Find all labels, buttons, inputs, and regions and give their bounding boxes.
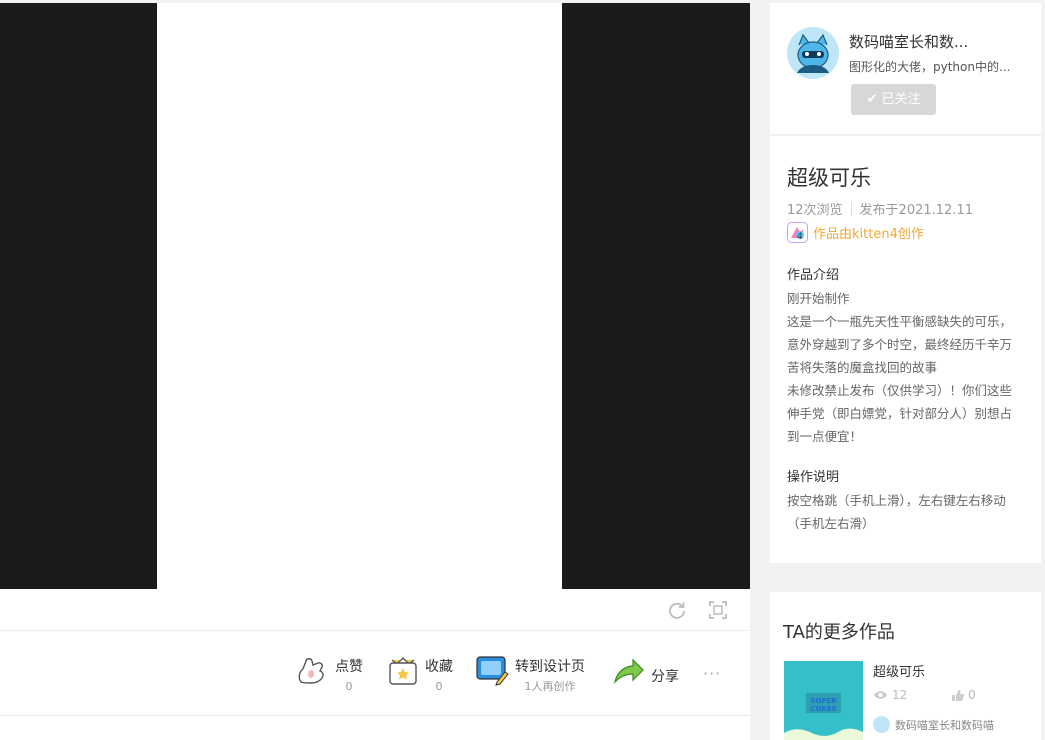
like-count: 0: [345, 680, 353, 693]
collect-label: 收藏: [425, 659, 453, 675]
operations-line: （手机左右滑）: [787, 516, 875, 531]
operations-heading: 操作说明: [787, 470, 840, 485]
mini-avatar: [873, 716, 890, 733]
design-page-icon: [475, 652, 511, 688]
game-canvas[interactable]: [157, 3, 562, 589]
collect-count: 0: [435, 680, 443, 693]
paw-like-icon: [295, 652, 331, 688]
more-work-author-name: 数码喵室长和数码喵: [895, 718, 994, 732]
creator-tag[interactable]: 4 作品由kitten4创作: [787, 222, 924, 243]
more-work-author[interactable]: 数码喵室长和数码喵: [873, 716, 994, 733]
share-button[interactable]: 分享: [611, 652, 679, 696]
more-work-like-count: 0: [968, 688, 976, 702]
view-count: 12次浏览: [787, 203, 843, 218]
intro-line: 到一点便宜！: [787, 429, 863, 444]
publish-date: 发布于2021.12.11: [859, 203, 973, 218]
remix-button[interactable]: 转到设计页 1人再创作: [475, 652, 585, 696]
intro-line: 意外穿越到了多个时空，最终经历千辛万: [787, 337, 1013, 352]
thumb-title-line2: COKES: [810, 705, 836, 713]
intro-line: 这是一个一瓶先天性平衡感缺失的可乐，: [787, 314, 1013, 329]
refresh-icon[interactable]: [667, 600, 687, 620]
work-thumbnail[interactable]: SOPER COKES: [784, 661, 863, 740]
intro-line: 未修改禁止发布（仅供学习）！你们这些: [787, 383, 1013, 398]
more-work-title[interactable]: 超级可乐: [873, 661, 925, 680]
author-avatar[interactable]: [787, 27, 839, 79]
operations-line: 按空格跳（手机上滑），左右键左右移动: [787, 493, 1006, 508]
thumb-title-line1: SOPER: [810, 697, 837, 705]
more-options-button[interactable]: ···: [703, 664, 721, 683]
author-name[interactable]: 数码喵室长和数...: [849, 31, 1034, 52]
remix-label: 转到设计页: [515, 659, 585, 675]
author-description: 图形化的大佬，python中的...: [849, 60, 1011, 74]
main-panel: 点赞 0 收藏 0 转到设计页 1人再创作 分享 ···: [0, 3, 750, 740]
intro-text: 刚开始制作 这是一个一瓶先天性平衡感缺失的可乐， 意外穿越到了多个时空，最终经历…: [787, 287, 1022, 448]
player-toolbar: [0, 589, 750, 631]
more-works-card: TA的更多作品 SOPER COKES 超级可乐 12 0 数码喵室长和数码喵: [770, 592, 1041, 740]
intro-heading: 作品介绍: [787, 268, 840, 283]
eye-icon: [874, 691, 887, 699]
remix-sub: 1人再创作: [524, 680, 576, 693]
kitten4-icon: 4: [787, 222, 808, 243]
like-button[interactable]: 点赞 0: [295, 652, 363, 696]
work-info-card: 超级可乐 12次浏览 发布于2021.12.11 4 作品由kitten4创作 作…: [770, 136, 1041, 563]
intro-line: 伸手党（即白嫖党，针对部分人）别想占: [787, 406, 1013, 421]
action-bar: 点赞 0 收藏 0 转到设计页 1人再创作 分享 ···: [0, 632, 750, 716]
more-work-likes: 0: [951, 688, 976, 702]
work-meta: 12次浏览 发布于2021.12.11: [787, 199, 973, 218]
operations-text: 按空格跳（手机上滑），左右键左右移动 （手机左右滑）: [787, 489, 1022, 535]
intro-line: 苦将失落的魔盒找回的故事: [787, 360, 938, 375]
share-arrow-icon: [611, 652, 647, 688]
share-label: 分享: [651, 669, 679, 685]
work-title: 超级可乐: [787, 166, 871, 190]
fullscreen-icon[interactable]: [708, 600, 728, 620]
game-stage[interactable]: [0, 3, 750, 589]
meta-divider: [850, 202, 852, 216]
star-box-icon: [385, 652, 421, 688]
more-work-view-count: 12: [892, 688, 908, 702]
creator-label: 作品由kitten4创作: [813, 227, 924, 242]
intro-line: 刚开始制作: [787, 291, 850, 306]
follow-button[interactable]: ✔ 已关注: [851, 84, 936, 115]
thumb-up-icon: [952, 689, 964, 701]
author-card: 数码喵室长和数... 图形化的大佬，python中的... ✔ 已关注: [770, 3, 1041, 135]
more-works-heading: TA的更多作品: [783, 622, 895, 643]
like-label: 点赞: [335, 659, 363, 675]
more-work-views: 12: [873, 688, 907, 702]
svg-text:4: 4: [797, 232, 803, 242]
collect-button[interactable]: 收藏 0: [385, 652, 453, 696]
